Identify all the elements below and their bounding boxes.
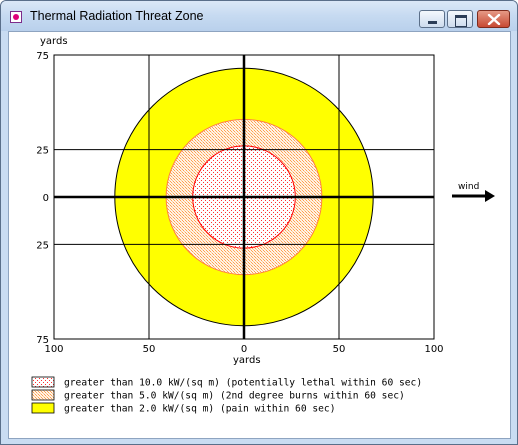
y-tick-label: 75: [36, 51, 49, 62]
threat-zone-chart: yards yards 752502575100 50 0 50 100 wind gr…: [31, 36, 495, 415]
legend-swatch-solid: [31, 402, 55, 414]
legend-swatch-dots: [31, 376, 55, 388]
y-axis-unit-label: yards: [40, 36, 68, 47]
x-tick-label: 100: [424, 344, 443, 355]
y-tick-label: 25: [36, 146, 49, 157]
x-axis-unit-label: yards: [233, 355, 261, 366]
maximize-button[interactable]: [447, 10, 473, 28]
window-title: Thermal Radiation Threat Zone: [30, 9, 204, 23]
legend-item-label: greater than 10.0 kW/(sq m) (potentially…: [64, 378, 422, 389]
y-tick-label: 25: [36, 240, 49, 251]
app-icon[interactable]: [10, 11, 22, 23]
legend-item-label: greater than 2.0 kW/(sq m) (pain within …: [64, 404, 335, 415]
threat-zone-window: Thermal Radiation Threat Zone yards yard…: [0, 0, 518, 445]
title-bar[interactable]: Thermal Radiation Threat Zone: [1, 1, 517, 31]
plot-area: yards yards 75 25 0 25 75 100 50 0 50 100 wind gr…: [8, 31, 511, 439]
x-tick-label: 0: [241, 344, 247, 355]
legend-item-label: greater than 5.0 kW/(sq m) (2nd degree b…: [64, 391, 405, 402]
close-button[interactable]: [477, 10, 510, 28]
wind-label: wind: [458, 182, 479, 192]
minimize-button[interactable]: [419, 10, 445, 28]
x-tick-label: 100: [44, 344, 63, 355]
legend-swatch-hatch: [31, 389, 55, 401]
x-tick-label: 50: [143, 344, 156, 355]
y-tick-label: 0: [43, 193, 49, 204]
close-icon: [487, 14, 501, 25]
x-tick-label: 50: [333, 344, 346, 355]
